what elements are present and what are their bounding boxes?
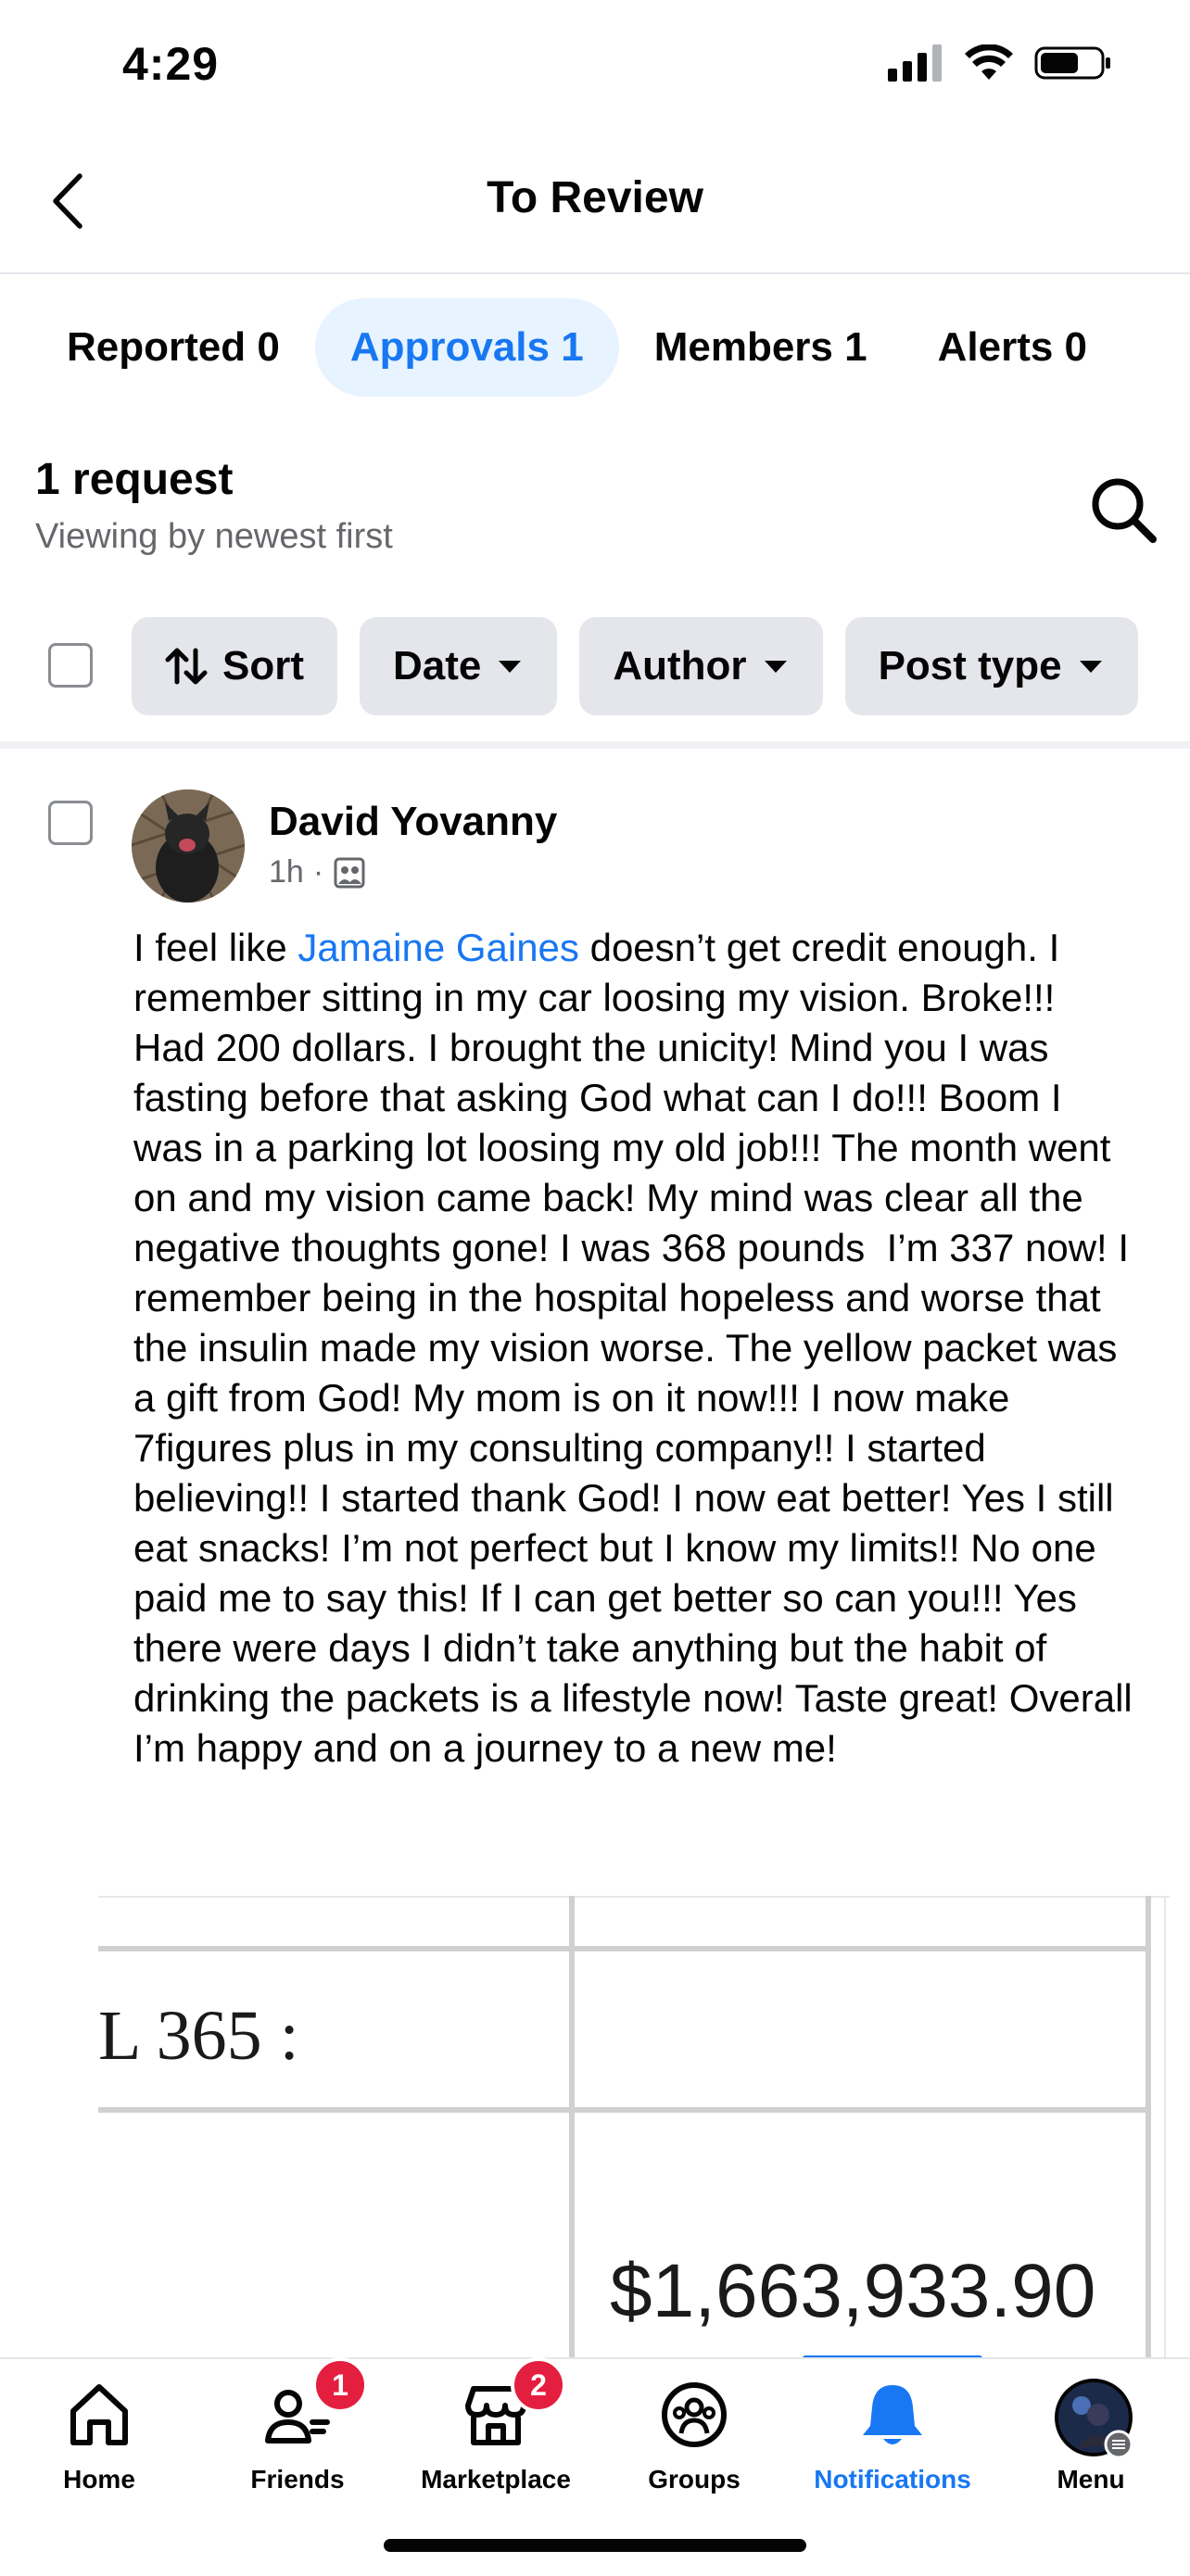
sort-order-label: Viewing by newest first xyxy=(35,517,393,556)
tab-approvals[interactable]: Approvals 1 xyxy=(314,298,619,397)
marketplace-badge: 2 xyxy=(511,2357,566,2413)
home-indicator xyxy=(384,2539,806,2552)
friends-badge: 1 xyxy=(312,2357,368,2413)
date-filter-label: Date xyxy=(393,643,482,688)
author-avatar[interactable] xyxy=(132,789,245,903)
nav-marketplace-label: Marketplace xyxy=(421,2465,571,2494)
caret-down-icon xyxy=(1079,661,1102,673)
sort-arrows-icon xyxy=(165,648,208,685)
spreadsheet-label: L 365 : xyxy=(98,1997,299,2075)
section-divider xyxy=(0,741,1190,749)
status-icons xyxy=(888,44,1112,82)
nav-menu[interactable]: Menu xyxy=(992,2378,1190,2494)
status-time: 4:29 xyxy=(122,38,220,90)
home-icon xyxy=(70,2384,128,2445)
nav-groups[interactable]: Groups xyxy=(595,2378,793,2494)
post-text-start: I feel like xyxy=(133,926,298,969)
mention-link[interactable]: Jamaine Gaines xyxy=(298,926,579,969)
groups-icon xyxy=(662,2382,727,2447)
search-icon xyxy=(1092,478,1157,543)
post-time: 1h xyxy=(269,854,304,890)
caret-down-icon xyxy=(764,661,787,673)
page-title: To Review xyxy=(487,173,703,222)
review-tabs: Reported 0 Approvals 1 Members 1 Alerts … xyxy=(32,298,1122,397)
nav-notifications[interactable]: Notifications xyxy=(793,2378,992,2494)
sort-label: Sort xyxy=(222,643,304,688)
profile-avatar xyxy=(1055,2379,1133,2459)
group-members-icon xyxy=(334,857,365,888)
nav-friends[interactable]: 1 Friends xyxy=(198,2357,397,2494)
tab-reported[interactable]: Reported 0 xyxy=(32,298,315,397)
author-filter-label: Author xyxy=(613,643,747,688)
meta-dot: · xyxy=(312,854,324,890)
tab-alerts[interactable]: Alerts 0 xyxy=(903,298,1122,397)
nav-home-label: Home xyxy=(63,2465,135,2494)
post-type-filter[interactable]: Post type xyxy=(844,617,1138,715)
signal-icon xyxy=(888,44,942,82)
nav-marketplace[interactable]: 2 Marketplace xyxy=(397,2357,595,2494)
post-author-name[interactable]: David Yovanny xyxy=(269,799,557,845)
author-filter[interactable]: Author xyxy=(579,617,823,715)
post-text-rest: doesn’t get credit enough. I remember si… xyxy=(133,926,1144,1770)
select-all-checkbox[interactable] xyxy=(48,643,93,688)
wifi-icon xyxy=(965,44,1013,80)
caret-down-icon xyxy=(499,661,522,673)
sort-button[interactable]: Sort xyxy=(132,617,337,715)
nav-menu-label: Menu xyxy=(1057,2465,1125,2494)
post-meta: 1h · xyxy=(269,854,366,890)
header-divider xyxy=(0,272,1190,274)
date-filter[interactable]: Date xyxy=(360,617,558,715)
tab-members[interactable]: Members 1 xyxy=(619,298,903,397)
spreadsheet-amount: $1,663,933.90 xyxy=(610,2249,1096,2333)
nav-friends-label: Friends xyxy=(250,2465,345,2494)
dog-photo xyxy=(132,789,245,903)
nav-notifications-label: Notifications xyxy=(814,2465,971,2494)
filter-bar: Sort Date Author Post type xyxy=(132,617,1138,715)
post-image[interactable]: L 365 : $1,663,933.90 xyxy=(98,1896,1170,2359)
post-type-filter-label: Post type xyxy=(878,643,1062,688)
bell-icon xyxy=(863,2385,922,2444)
search-button[interactable] xyxy=(1086,473,1160,547)
post-body: I feel like Jamaine Gaines doesn’t get c… xyxy=(133,923,1134,1774)
post-select-checkbox[interactable] xyxy=(48,801,93,845)
nav-groups-label: Groups xyxy=(648,2465,741,2494)
battery-icon xyxy=(1034,46,1110,80)
request-count: 1 request xyxy=(35,455,234,504)
nav-home[interactable]: Home xyxy=(0,2378,198,2494)
